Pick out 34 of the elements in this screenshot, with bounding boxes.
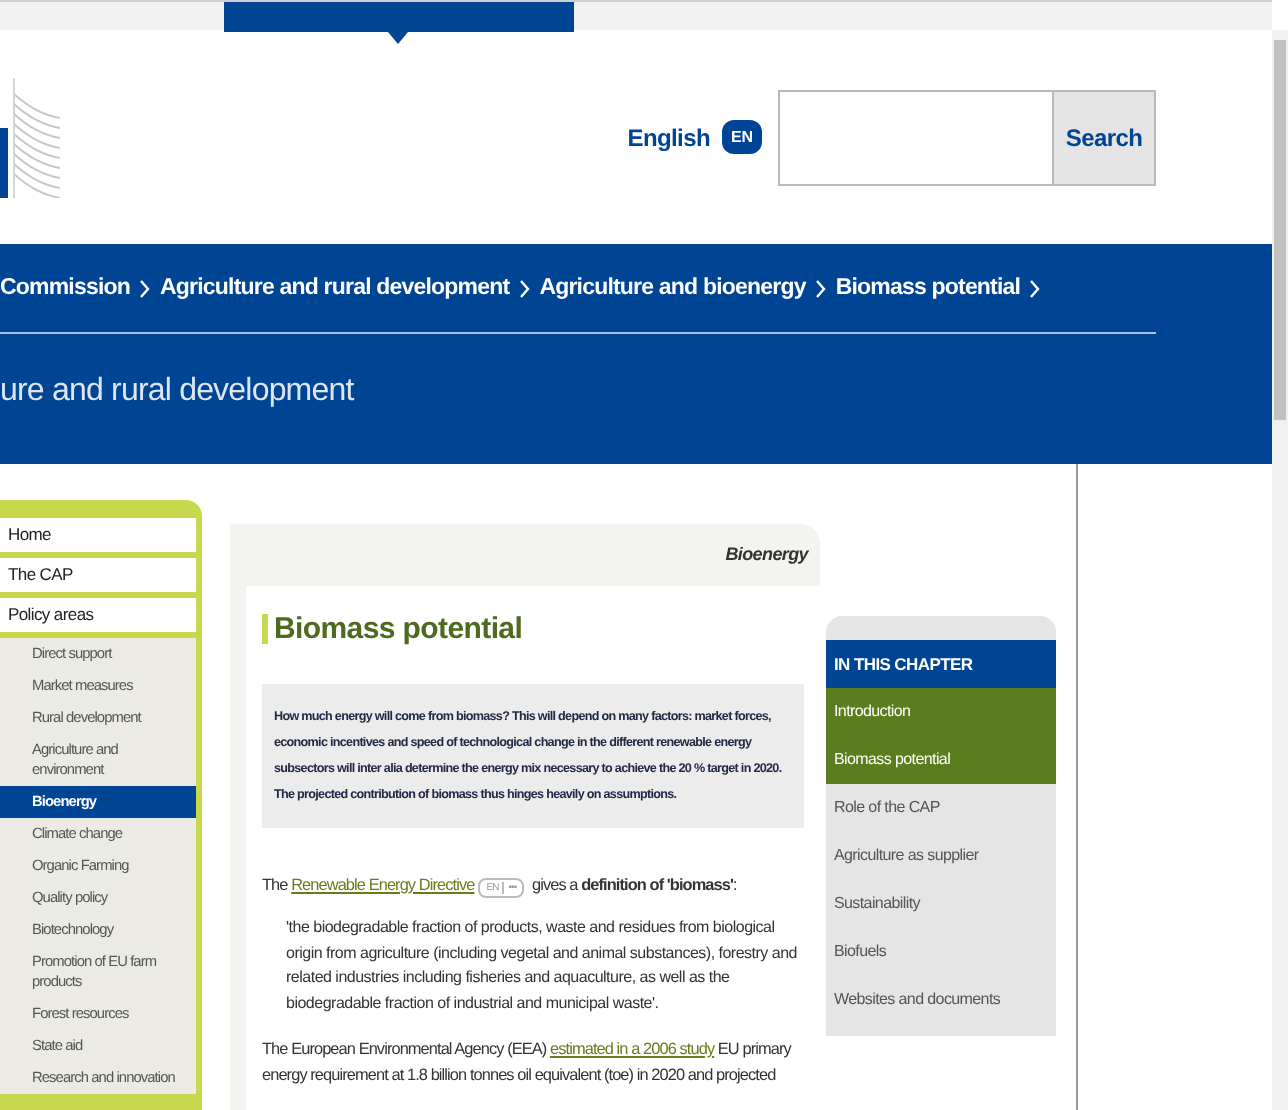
chapter-link[interactable]: Biomass potential — [826, 736, 1056, 784]
site-title: ure and rural development — [0, 374, 354, 408]
chapter-link[interactable]: Introduction — [826, 688, 1056, 736]
breadcrumb-link[interactable]: Agriculture and bioenergy — [539, 276, 806, 300]
pointer-icon — [388, 32, 408, 44]
language-link[interactable]: English — [627, 123, 710, 151]
top-tab[interactable] — [224, 2, 574, 32]
nav-item[interactable]: Home — [0, 518, 196, 552]
chevron-icon — [1030, 279, 1041, 297]
section-label: Bioenergy — [725, 544, 808, 564]
quote-text: 'the biodegradable fraction of products, waste and residues from biological origin from agriculture (including vegetal and animal substances), forestry and related industries including fisheries and aquaculture, as well as the biodegradable fraction of industrial and municipal waste'. — [284, 916, 799, 1016]
chapter-title: IN THIS CHAPTER — [826, 640, 1056, 688]
breadcrumb-link[interactable]: Biomass potential — [835, 276, 1021, 300]
breadcrumb-link[interactable]: Agriculture and rural development — [160, 276, 510, 300]
chevron-icon — [140, 279, 151, 297]
scrollbar[interactable] — [1272, 30, 1288, 1110]
paragraph: The European Environmental Agency (EEA) estimated in a 2006 study EU primary energy requirement at 1.8 billion tonnes oil equivalent (toe) in 2020 and projected — [262, 1038, 794, 1088]
breadcrumb-link[interactable]: Commission — [0, 276, 131, 300]
text-link[interactable]: estimated in a 2006 study — [550, 1040, 715, 1058]
language-badge[interactable]: EN — [722, 120, 762, 154]
search-button[interactable]: Search — [1052, 89, 1156, 185]
chevron-icon — [519, 279, 530, 297]
logo-icon — [0, 77, 60, 197]
chapter-link[interactable]: Sustainability — [826, 880, 1056, 928]
chevron-icon — [815, 279, 826, 297]
nav-item[interactable]: The CAP — [0, 558, 196, 592]
chapter-link[interactable]: Websites and documents — [826, 976, 1056, 1024]
search-field[interactable] — [778, 89, 1052, 185]
chapter-link[interactable]: Role of the CAP — [826, 784, 1056, 832]
chapter-link[interactable]: Agriculture as supplier — [826, 832, 1056, 880]
page-heading: Biomass potential — [262, 614, 804, 644]
text-link[interactable]: Renewable Energy Directive — [291, 876, 475, 894]
chapter-link[interactable]: Biofuels — [826, 928, 1056, 976]
nav-item[interactable]: Policy areas — [0, 598, 196, 632]
